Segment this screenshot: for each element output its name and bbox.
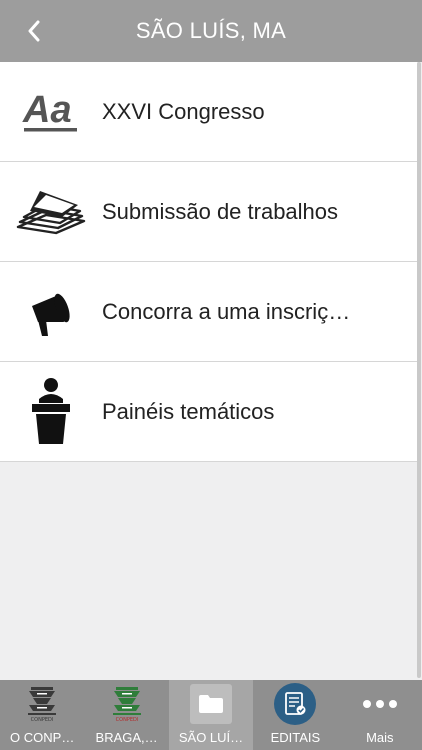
tab-label: BRAGA,… (95, 730, 158, 745)
tab-label: O CONP… (10, 730, 75, 745)
menu-list: Aa XXVI Congresso Submissão de trabalhos… (0, 62, 417, 462)
megaphone-icon (0, 262, 102, 362)
tab-label: EDITAIS (270, 730, 321, 745)
document-check-icon (274, 683, 317, 725)
svg-text:CONPEDI: CONPEDI (31, 717, 54, 723)
list-item-paineis[interactable]: Painéis temáticos (0, 362, 417, 462)
svg-text:Aa: Aa (22, 89, 72, 131)
tab-braga[interactable]: CONPEDI BRAGA,… (84, 680, 168, 750)
chevron-left-icon (28, 20, 40, 42)
list-item-label: XXVI Congresso (102, 98, 265, 124)
svg-text:CONPEDI: CONPEDI (115, 717, 138, 723)
list-item-concorra[interactable]: Concorra a uma inscriç… (0, 262, 417, 362)
back-button[interactable] (18, 15, 50, 47)
list-item-label: Concorra a uma inscriç… (102, 298, 351, 324)
tab-editais[interactable]: EDITAIS (253, 680, 337, 750)
nav-header: SÃO LUÍS, MA (0, 0, 422, 62)
tab-label: Mais (366, 730, 394, 745)
app-screen: SÃO LUÍS, MA Aa XXVI Congresso Submissão… (0, 0, 422, 750)
tab-mais[interactable]: Mais (338, 680, 422, 750)
scrollbar[interactable] (417, 62, 421, 678)
speaker-podium-icon (0, 362, 102, 462)
tab-icon-wrap (253, 680, 337, 728)
list-item-submissao[interactable]: Submissão de trabalhos (0, 162, 417, 262)
list-item-congresso[interactable]: Aa XXVI Congresso (0, 62, 417, 162)
tab-label: SÃO LUÍ… (178, 730, 244, 745)
list-item-label: Painéis temáticos (102, 398, 275, 424)
tab-bar: CONPEDI O CONP… CONPEDI BRAGA,… SÃO LUÍ…… (0, 680, 422, 750)
tab-icon-wrap (169, 680, 253, 728)
folder-icon (190, 684, 233, 724)
list-item-label: Submissão de trabalhos (102, 198, 339, 224)
papers-stack-icon (0, 162, 102, 262)
conpedi-logo-icon: CONPEDI (0, 680, 84, 728)
tab-sao-luis[interactable]: SÃO LUÍ… (168, 680, 254, 750)
tab-o-conpedi[interactable]: CONPEDI O CONP… (0, 680, 84, 750)
more-dots-icon (338, 680, 422, 728)
typography-icon: Aa (0, 62, 102, 162)
page-title: SÃO LUÍS, MA (135, 18, 287, 43)
conpedi-green-logo-icon: CONPEDI (84, 680, 168, 728)
